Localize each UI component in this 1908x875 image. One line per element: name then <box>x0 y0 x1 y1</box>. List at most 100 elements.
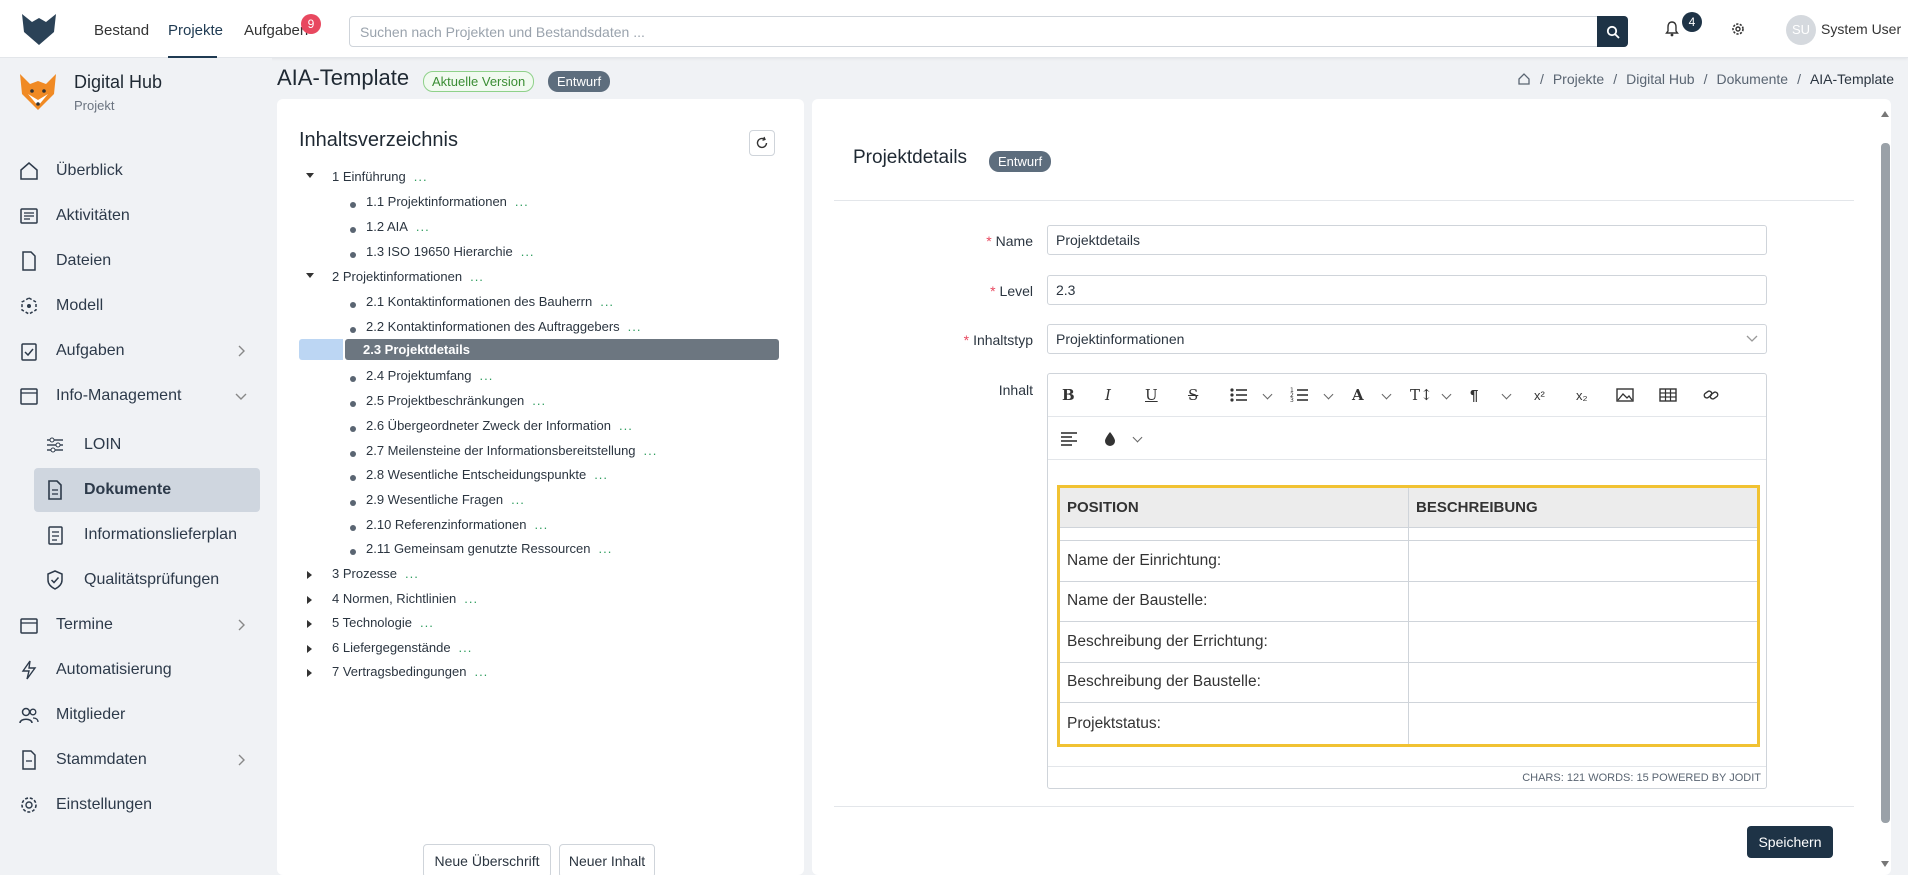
content-type-select[interactable]: Projektinformationen <box>1047 324 1767 354</box>
toc-item[interactable]: 1.1 Projektinformationen... <box>366 194 529 216</box>
rich-text-editor[interactable]: B I U S 123 A T↕ ¶ x² x₂ POSITION BESCHR… <box>1047 373 1767 789</box>
level-field[interactable]: 2.3 <box>1047 275 1767 305</box>
table-row[interactable]: Name der Baustelle: <box>1058 580 1759 623</box>
color-drop-icon[interactable] <box>1104 427 1116 449</box>
table-row[interactable]: Beschreibung der Baustelle: <box>1058 661 1759 704</box>
chevron-down-icon[interactable] <box>1441 389 1452 400</box>
font-icon[interactable]: A <box>1352 384 1364 406</box>
toc-item[interactable]: 2.8 Wesentliche Entscheidungspunkte... <box>366 467 608 489</box>
paragraph-icon[interactable]: ¶ <box>1470 384 1478 406</box>
home-icon[interactable] <box>1517 72 1531 86</box>
font-size-icon[interactable]: T↕ <box>1410 384 1433 406</box>
chevron-down-icon[interactable] <box>1323 389 1334 400</box>
save-button[interactable]: Speichern <box>1747 826 1833 858</box>
toc-item[interactable]: 2.7 Meilensteine der Informationsbereits… <box>366 443 657 465</box>
sidebar-item-mitglieder[interactable]: Mitglieder <box>0 694 272 736</box>
table-cell[interactable]: Beschreibung der Errichtung: <box>1058 621 1409 663</box>
toc-item[interactable]: 2.2 Kontaktinformationen des Auftraggebe… <box>366 319 642 341</box>
align-left-icon[interactable] <box>1060 427 1078 449</box>
toc-item[interactable]: 2.1 Kontaktinformationen des Bauherrn... <box>366 294 614 316</box>
chevron-down-icon[interactable] <box>1132 432 1143 443</box>
superscript-icon[interactable]: x² <box>1534 384 1545 406</box>
new-content-button[interactable]: Neuer Inhalt <box>559 844 655 875</box>
chevron-down-icon[interactable] <box>1262 389 1273 400</box>
nav-bestand[interactable]: Bestand <box>94 22 149 39</box>
table-cell[interactable]: Name der Baustelle: <box>1058 580 1409 623</box>
expand-caret-icon[interactable] <box>307 645 312 653</box>
sidebar-item-termine[interactable]: Termine <box>0 604 272 646</box>
sidebar-item-dateien[interactable]: Dateien <box>0 240 272 282</box>
table-row[interactable] <box>1058 527 1759 541</box>
expand-caret-icon[interactable] <box>307 596 312 604</box>
toc-item[interactable]: 2.4 Projektumfang... <box>366 368 493 390</box>
table-row[interactable]: Projektstatus: <box>1058 702 1759 746</box>
name-field[interactable]: Projektdetails <box>1047 225 1767 255</box>
expand-caret-icon[interactable] <box>306 273 314 278</box>
chevron-down-icon[interactable] <box>1381 389 1392 400</box>
image-icon[interactable] <box>1616 384 1634 406</box>
expand-caret-icon[interactable] <box>306 173 314 178</box>
toc-item[interactable]: 4 Normen, Richtlinien... <box>332 591 478 613</box>
sidebar-item-info-management[interactable]: Info-Management <box>0 375 272 417</box>
breadcrumb-link[interactable]: Dokumente <box>1716 71 1788 87</box>
table-cell[interactable] <box>1408 621 1759 663</box>
toc-item[interactable]: 2.6 Übergeordneter Zweck der Information… <box>366 418 633 440</box>
new-heading-button[interactable]: Neue Überschrift <box>423 844 551 875</box>
toc-item[interactable]: 2.5 Projektbeschränkungen... <box>366 393 546 415</box>
table-cell[interactable] <box>1408 580 1759 623</box>
table-cell[interactable] <box>1408 540 1759 582</box>
underline-icon[interactable]: U <box>1145 384 1158 406</box>
search-input[interactable] <box>350 17 1627 46</box>
toc-item[interactable]: 2 Projektinformationen... <box>332 269 484 291</box>
sidebar-item-dokumente[interactable]: Dokumente <box>0 469 272 511</box>
toc-item[interactable]: 2.9 Wesentliche Fragen... <box>366 492 525 514</box>
breadcrumb-link[interactable]: Digital Hub <box>1626 71 1694 87</box>
expand-caret-icon[interactable] <box>307 620 312 628</box>
sidebar-item-modell[interactable]: Modell <box>0 285 272 327</box>
toc-item[interactable]: 2.10 Referenzinformationen... <box>366 517 548 539</box>
expand-caret-icon[interactable] <box>307 669 312 677</box>
sidebar-item-aufgaben[interactable]: Aufgaben <box>0 330 272 372</box>
sidebar-item-informationslieferplan[interactable]: Informationslieferplan <box>0 514 272 556</box>
link-icon[interactable] <box>1702 384 1720 406</box>
table-cell[interactable] <box>1408 702 1759 746</box>
sidebar-item-loin[interactable]: LOIN <box>0 424 272 466</box>
table-icon[interactable] <box>1659 384 1677 406</box>
chevron-down-icon[interactable] <box>1501 389 1512 400</box>
refresh-button[interactable] <box>749 130 775 156</box>
sidebar-item-ueberblick[interactable]: Überblick <box>0 150 272 192</box>
subscript-icon[interactable]: x₂ <box>1576 384 1588 406</box>
search-button[interactable] <box>1597 16 1628 47</box>
italic-icon[interactable]: I <box>1105 384 1111 406</box>
bell-icon[interactable] <box>1665 21 1679 37</box>
sidebar-item-qualitaetspruefungen[interactable]: Qualitätsprüfungen <box>0 559 272 601</box>
user-name[interactable]: System User <box>1821 21 1901 37</box>
toc-item[interactable]: 1.2 AIA... <box>366 219 430 241</box>
table-cell[interactable]: Beschreibung der Baustelle: <box>1058 661 1409 704</box>
numbered-list-icon[interactable]: 123 <box>1290 384 1310 406</box>
gear-icon[interactable] <box>1730 21 1746 37</box>
sidebar-item-automatisierung[interactable]: Automatisierung <box>0 649 272 691</box>
content-table[interactable]: POSITION BESCHREIBUNG Name der Einrichtu… <box>1057 485 1760 747</box>
table-cell[interactable]: Name der Einrichtung: <box>1058 540 1409 582</box>
toc-item[interactable]: 7 Vertragsbedingungen... <box>332 664 488 686</box>
table-row[interactable]: Beschreibung der Errichtung: <box>1058 621 1759 663</box>
toc-item[interactable]: 6 Liefergegenstände... <box>332 640 472 662</box>
sidebar-item-aktivitaeten[interactable]: Aktivitäten <box>0 195 272 237</box>
toc-item-selected[interactable]: 2.3 Projektdetails <box>345 339 779 360</box>
bold-icon[interactable]: B <box>1062 384 1075 406</box>
toc-item[interactable]: 3 Prozesse... <box>332 566 419 588</box>
strikethrough-icon[interactable]: S <box>1188 384 1198 406</box>
scrollbar-thumb[interactable] <box>1881 143 1890 823</box>
table-cell[interactable]: Projektstatus: <box>1058 702 1409 746</box>
sidebar-item-stammdaten[interactable]: Stammdaten <box>0 739 272 781</box>
user-avatar[interactable]: SU <box>1786 15 1816 45</box>
sidebar-item-einstellungen[interactable]: Einstellungen <box>0 784 272 826</box>
breadcrumb-link[interactable]: Projekte <box>1553 71 1604 87</box>
nav-aufgaben[interactable]: Aufgaben <box>244 22 308 39</box>
nav-projekte[interactable]: Projekte <box>168 22 223 39</box>
toc-item[interactable]: 5 Technologie... <box>332 615 434 637</box>
expand-caret-icon[interactable] <box>307 571 312 579</box>
table-row[interactable]: Name der Einrichtung: <box>1058 540 1759 582</box>
search-field[interactable] <box>349 16 1628 47</box>
